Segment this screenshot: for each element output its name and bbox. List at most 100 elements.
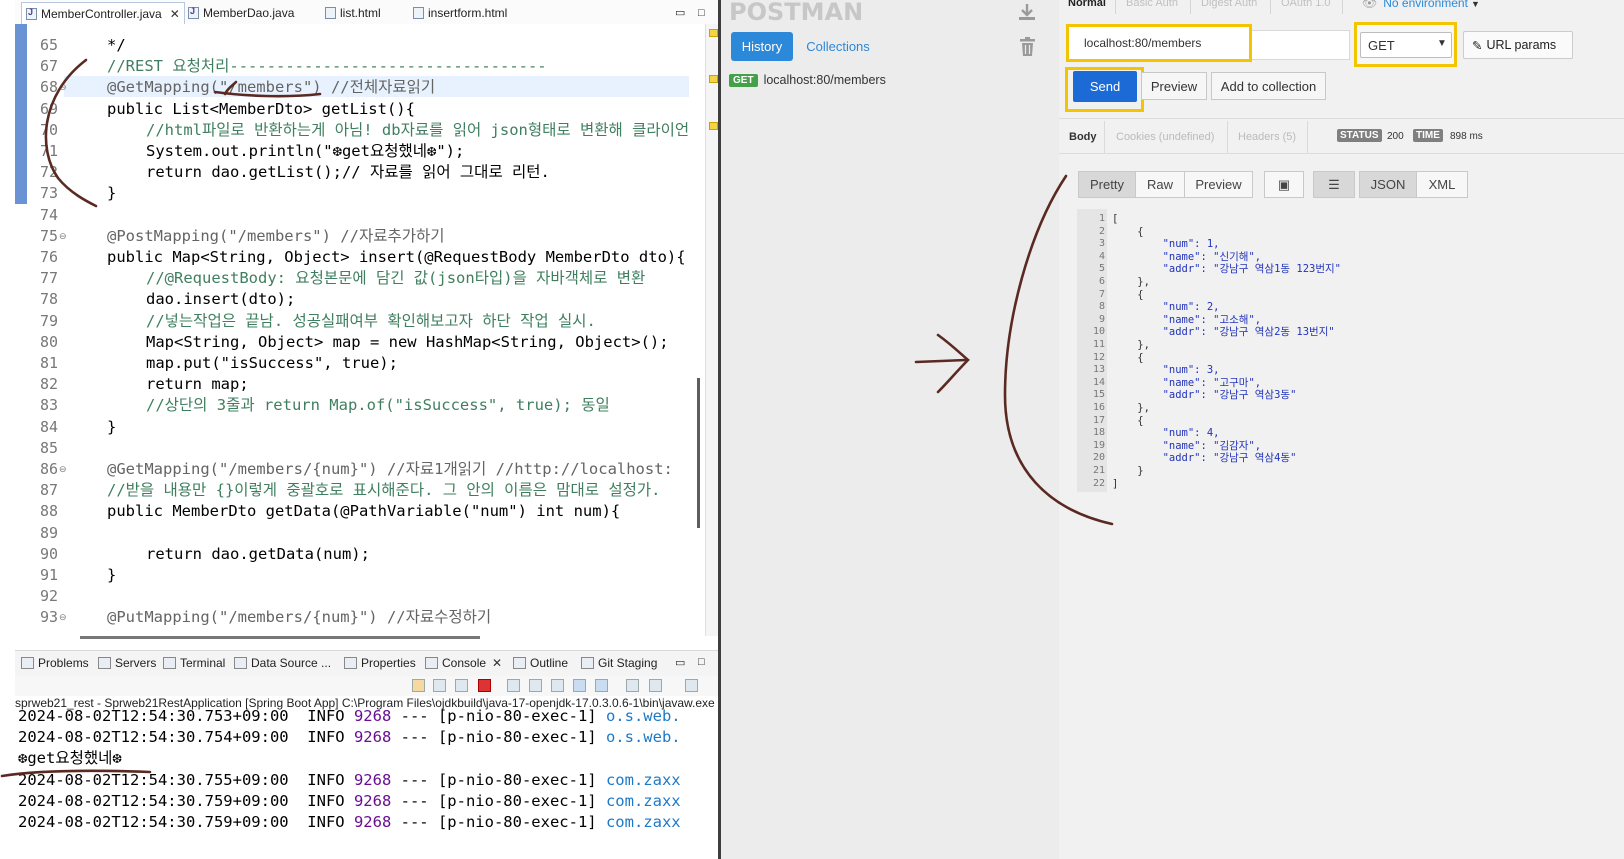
close-icon[interactable]: ✕ <box>170 7 180 21</box>
console-pid: 9268 <box>353 707 392 725</box>
console-thread: --- [p-nio-80-exec-1] <box>400 707 597 725</box>
fullscreen-icon[interactable]: ▣ <box>1264 171 1304 198</box>
auth-tab-normal[interactable]: Normal <box>1068 0 1106 9</box>
minimize-icon[interactable]: ▭ <box>675 2 685 23</box>
trash-icon[interactable] <box>1019 37 1036 57</box>
console-line: 2024-08-02T12:54:30.759+09:00 INFO 9268 … <box>18 812 681 833</box>
console-pid: 9268 <box>353 770 392 789</box>
code-line: //@RequestBody: 요청본문에 담긴 값(json타입)을 자바객체… <box>146 269 646 288</box>
tab-memberdao[interactable]: MemberDao.java <box>188 2 294 23</box>
console-cls: com.zaxx <box>605 813 681 831</box>
code-line: //REST 요청처리-----------------------------… <box>107 57 547 76</box>
tab-label: Servers <box>115 656 157 670</box>
raw-button[interactable]: Raw <box>1135 171 1185 198</box>
tab-console[interactable]: Console ✕ <box>425 656 502 670</box>
vertical-scrollbar[interactable] <box>697 378 700 528</box>
tab-membercontroller[interactable]: MemberController.java ✕ <box>21 2 185 24</box>
url-input-extension[interactable] <box>1252 30 1350 60</box>
console-level: INFO <box>307 813 345 831</box>
fold-toggle-icon[interactable]: ⊖ <box>59 231 67 242</box>
scroll-lock-icon[interactable] <box>529 679 542 692</box>
open-console-icon[interactable] <box>685 679 698 692</box>
preview-format-button[interactable]: Preview <box>1184 171 1253 198</box>
tab-servers[interactable]: Servers <box>98 656 156 670</box>
fold-toggle-icon[interactable]: ⊖ <box>59 82 67 93</box>
chevron-down-icon: ▼ <box>1437 38 1447 49</box>
auth-tab-digest[interactable]: Digest Auth <box>1201 0 1257 9</box>
console-text: ❆get요청했네❆ <box>18 749 122 768</box>
horizontal-scrollbar[interactable] <box>80 636 480 639</box>
show-on-stderr-icon[interactable] <box>595 679 608 692</box>
maximize-icon[interactable]: □ <box>698 2 705 23</box>
terminate-icon[interactable] <box>478 679 491 692</box>
divider <box>1190 0 1191 14</box>
environment-select[interactable]: 👁 No environment ▼ <box>1362 0 1480 10</box>
url-input[interactable]: localhost:80/members <box>1066 24 1252 62</box>
console-cls: com.zaxx <box>605 770 681 789</box>
tab-terminal[interactable]: Terminal <box>163 656 225 670</box>
console-level: INFO <box>307 770 345 789</box>
warning-marker[interactable] <box>709 29 718 37</box>
response-line-number: 21 <box>1092 465 1105 476</box>
response-line: }, <box>1112 339 1150 351</box>
send-button[interactable]: Send <box>1073 71 1137 102</box>
remove-launch-icon[interactable] <box>433 679 446 692</box>
wrap-lines-icon[interactable]: ☰ <box>1313 171 1355 198</box>
remove-all-icon[interactable] <box>455 679 468 692</box>
history-tab[interactable]: History <box>731 32 793 61</box>
response-tab-headers[interactable]: Headers (5) <box>1238 131 1296 143</box>
pretty-button[interactable]: Pretty <box>1078 171 1136 198</box>
fold-toggle-icon[interactable]: ⊖ <box>59 612 67 623</box>
xml-button[interactable]: XML <box>1416 171 1468 198</box>
download-icon[interactable] <box>1018 3 1036 21</box>
pin-console-icon[interactable] <box>626 679 639 692</box>
tab-git-staging[interactable]: Git Staging <box>581 656 657 670</box>
preview-button[interactable]: Preview <box>1141 72 1207 100</box>
response-line: }, <box>1112 276 1150 288</box>
url-params-button[interactable]: ✎ URL params <box>1463 31 1573 59</box>
auth-tab-basic[interactable]: Basic Auth <box>1126 0 1178 9</box>
tab-insertform-html[interactable]: insertform.html <box>413 2 507 23</box>
response-line-number: 18 <box>1092 427 1105 439</box>
line-number: 81 <box>39 354 58 372</box>
response-line-number: 22 <box>1092 477 1105 489</box>
tab-problems[interactable]: Problems <box>21 656 89 670</box>
tab-data-source[interactable]: Data Source ... <box>234 656 331 670</box>
console-ts: 2024-08-02T12:54:30.759+09:00 <box>18 791 289 810</box>
add-to-collection-button[interactable]: Add to collection <box>1211 72 1326 100</box>
console-line: 2024-08-02T12:54:30.755+09:00 INFO 9268 … <box>18 770 681 791</box>
display-console-icon[interactable] <box>649 679 662 692</box>
response-tab-body[interactable]: Body <box>1069 131 1097 143</box>
postman-logo: POSTMAN <box>729 0 864 26</box>
line-number: 85 <box>39 438 58 457</box>
clear-console-icon[interactable] <box>507 679 520 692</box>
console-cls: o.s.web. <box>605 728 681 747</box>
tab-properties[interactable]: Properties <box>344 656 416 670</box>
tab-list-html[interactable]: list.html <box>325 2 381 23</box>
relaunch-icon[interactable] <box>412 679 425 692</box>
console-pid: 9268 <box>353 813 392 831</box>
maximize-icon[interactable]: □ <box>698 656 705 668</box>
word-wrap-icon[interactable] <box>551 679 564 692</box>
fold-toggle-icon[interactable]: ⊖ <box>59 464 67 475</box>
status-value: 200 <box>1387 131 1404 142</box>
json-button[interactable]: JSON <box>1359 171 1417 198</box>
collections-tab[interactable]: Collections <box>801 32 875 61</box>
response-line: [ <box>1112 213 1119 225</box>
java-file-icon <box>188 6 199 19</box>
minimize-icon[interactable]: ▭ <box>675 656 685 669</box>
tab-label: Console <box>442 656 487 670</box>
show-on-stdout-icon[interactable] <box>573 679 586 692</box>
console-pid: 9268 <box>353 728 392 747</box>
warning-marker[interactable] <box>709 122 718 130</box>
close-icon[interactable]: ✕ <box>492 656 502 670</box>
auth-tab-oauth[interactable]: OAuth 1.0 <box>1281 0 1331 9</box>
tab-outline[interactable]: Outline <box>513 656 568 670</box>
warning-marker[interactable] <box>709 75 718 83</box>
code-line: public Map<String, Object> insert(@Reque… <box>107 248 686 266</box>
response-tab-cookies[interactable]: Cookies (undefined) <box>1116 131 1214 143</box>
history-item[interactable]: GET localhost:80/members <box>729 70 886 90</box>
console-line: 2024-08-02T12:54:30.754+09:00 INFO 9268 … <box>18 727 681 748</box>
console-ts: 2024-08-02T12:54:30.759+09:00 <box>18 813 289 831</box>
response-line: { <box>1112 414 1144 427</box>
